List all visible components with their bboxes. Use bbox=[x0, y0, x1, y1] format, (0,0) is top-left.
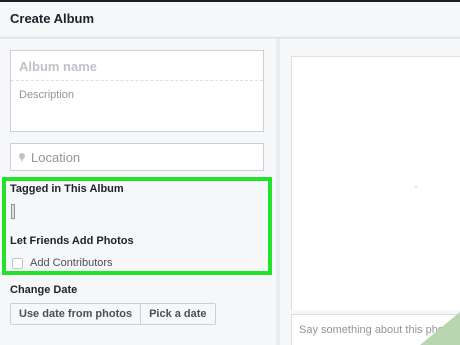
date-button-group: Use date from photos Pick a date bbox=[10, 303, 216, 325]
description-placeholder: Description bbox=[19, 89, 75, 101]
let-friends-label: Let Friends Add Photos bbox=[10, 235, 134, 247]
page-title: Create Album bbox=[10, 11, 95, 26]
add-contributors-checkbox[interactable] bbox=[12, 258, 23, 269]
corner-watermark bbox=[420, 312, 460, 345]
tagged-label: Tagged in This Album bbox=[10, 183, 124, 195]
map-pin-icon bbox=[19, 153, 25, 162]
use-date-from-photos-button[interactable]: Use date from photos bbox=[11, 304, 141, 324]
change-date-label: Change Date bbox=[10, 284, 78, 296]
pick-a-date-button[interactable]: Pick a date bbox=[140, 304, 215, 324]
add-contributors-label[interactable]: Add Contributors bbox=[30, 257, 113, 269]
location-input[interactable]: Location bbox=[10, 143, 264, 171]
album-name-placeholder: Album name bbox=[19, 59, 98, 74]
location-placeholder: Location bbox=[31, 150, 81, 165]
album-name-description-box: Album name Description bbox=[10, 50, 264, 132]
dialog-header: Create Album bbox=[0, 2, 460, 38]
tag-friends-input[interactable] bbox=[11, 204, 15, 219]
photo-placeholder-mark bbox=[415, 186, 417, 188]
photo-area[interactable] bbox=[291, 56, 460, 310]
album-name-input[interactable]: Album name bbox=[11, 51, 263, 81]
